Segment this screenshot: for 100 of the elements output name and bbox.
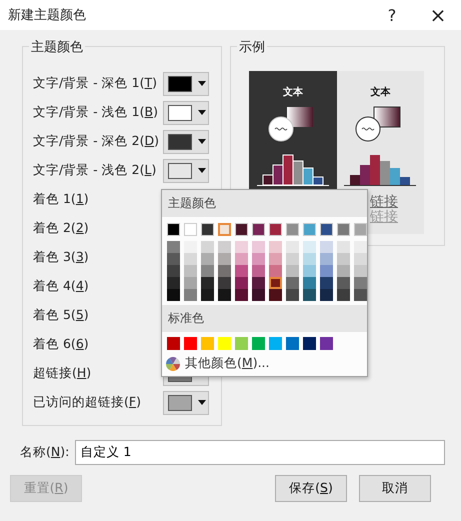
color-swatch[interactable]	[184, 223, 197, 236]
help-button[interactable]: ?	[369, 0, 415, 30]
color-swatch[interactable]	[167, 241, 180, 253]
color-swatch[interactable]	[286, 337, 299, 350]
close-button[interactable]: ×	[415, 0, 461, 30]
color-swatch[interactable]	[354, 265, 367, 277]
color-swatch[interactable]	[218, 241, 231, 253]
color-swatch[interactable]	[167, 253, 180, 265]
color-swatch[interactable]	[235, 277, 248, 289]
color-swatch[interactable]	[235, 289, 248, 301]
color-swatch[interactable]	[252, 223, 265, 236]
color-picker-button[interactable]	[163, 130, 209, 154]
color-swatch[interactable]	[252, 241, 265, 253]
color-swatch[interactable]	[184, 253, 197, 265]
color-swatch[interactable]	[269, 223, 282, 236]
color-swatch[interactable]	[354, 289, 367, 301]
color-swatch[interactable]	[235, 241, 248, 253]
color-swatch[interactable]	[167, 223, 180, 236]
color-swatch[interactable]	[184, 265, 197, 277]
color-swatch[interactable]	[218, 223, 231, 236]
color-swatch[interactable]	[184, 337, 197, 350]
color-swatch[interactable]	[252, 289, 265, 301]
color-swatch[interactable]	[320, 223, 333, 236]
color-swatch[interactable]	[269, 253, 282, 265]
color-swatch[interactable]	[252, 277, 265, 289]
group-title: 主题颜色	[29, 38, 85, 56]
color-swatch[interactable]	[201, 223, 214, 236]
color-swatch[interactable]	[337, 241, 350, 253]
color-swatch[interactable]	[167, 265, 180, 277]
visited-hyperlink-sample: 链接	[370, 210, 398, 225]
color-swatch[interactable]	[252, 337, 265, 350]
color-swatch[interactable]	[354, 223, 367, 236]
color-picker-button[interactable]	[163, 390, 209, 414]
color-swatch[interactable]	[286, 277, 299, 289]
color-swatch[interactable]	[337, 277, 350, 289]
name-field[interactable]: 自定义 1	[75, 440, 445, 465]
color-swatch[interactable]	[218, 277, 231, 289]
color-swatch[interactable]	[201, 241, 214, 253]
color-swatch[interactable]	[320, 265, 333, 277]
color-swatch[interactable]	[184, 277, 197, 289]
color-swatch[interactable]	[286, 223, 299, 236]
color-swatch[interactable]	[252, 253, 265, 265]
color-swatch[interactable]	[320, 253, 333, 265]
color-swatch[interactable]	[252, 265, 265, 277]
color-swatch[interactable]	[201, 337, 214, 350]
color-swatch[interactable]	[320, 277, 333, 289]
color-swatch[interactable]	[286, 253, 299, 265]
color-swatch[interactable]	[303, 253, 316, 265]
color-swatch[interactable]	[167, 277, 180, 289]
color-swatch[interactable]	[184, 241, 197, 253]
color-swatch[interactable]	[337, 265, 350, 277]
color-swatch[interactable]	[201, 253, 214, 265]
color-label: 着色 3(3)	[33, 249, 90, 266]
color-picker-button[interactable]	[163, 72, 209, 96]
color-swatch[interactable]	[235, 265, 248, 277]
caret-icon	[198, 110, 206, 115]
color-swatch[interactable]	[320, 289, 333, 301]
color-label: 着色 1(1)	[33, 191, 90, 208]
color-swatch[interactable]	[269, 289, 282, 301]
color-swatch[interactable]	[218, 253, 231, 265]
dialog-button[interactable]: 保存(S)	[275, 475, 347, 502]
color-swatch[interactable]	[303, 289, 316, 301]
color-swatch[interactable]	[320, 337, 333, 350]
color-swatch[interactable]	[354, 253, 367, 265]
color-picker-button[interactable]	[163, 158, 209, 182]
color-picker-button[interactable]	[163, 100, 209, 124]
color-swatch[interactable]	[286, 289, 299, 301]
color-swatch[interactable]	[320, 241, 333, 253]
color-swatch[interactable]	[201, 265, 214, 277]
color-swatch[interactable]	[286, 265, 299, 277]
color-swatch[interactable]	[167, 337, 180, 350]
color-swatch[interactable]	[303, 223, 316, 236]
color-swatch[interactable]	[286, 241, 299, 253]
color-swatch[interactable]	[235, 337, 248, 350]
color-swatch[interactable]	[337, 253, 350, 265]
color-wheel-icon	[166, 356, 180, 370]
color-swatch[interactable]	[303, 337, 316, 350]
color-swatch[interactable]	[269, 277, 282, 289]
color-swatch[interactable]	[354, 277, 367, 289]
color-swatch[interactable]	[303, 241, 316, 253]
color-swatch[interactable]	[218, 265, 231, 277]
color-swatch[interactable]	[167, 289, 180, 301]
color-swatch[interactable]	[269, 337, 282, 350]
color-swatch[interactable]	[303, 277, 316, 289]
color-swatch[interactable]	[218, 289, 231, 301]
color-swatch[interactable]	[337, 223, 350, 236]
more-colors-item[interactable]: 其他颜色(M)...	[185, 355, 270, 372]
color-swatch[interactable]	[201, 289, 214, 301]
color-swatch[interactable]	[269, 241, 282, 253]
color-swatch[interactable]	[201, 277, 214, 289]
color-swatch[interactable]	[303, 265, 316, 277]
color-swatch[interactable]	[235, 253, 248, 265]
color-swatch[interactable]	[269, 265, 282, 277]
color-swatch[interactable]	[218, 337, 231, 350]
color-swatch[interactable]	[235, 223, 248, 236]
dialog-button[interactable]: 取消	[359, 475, 431, 502]
color-swatch[interactable]	[337, 289, 350, 301]
color-label: 文字/背景 - 浅色 1(B)	[33, 104, 159, 121]
color-swatch[interactable]	[184, 289, 197, 301]
color-swatch[interactable]	[354, 241, 367, 253]
